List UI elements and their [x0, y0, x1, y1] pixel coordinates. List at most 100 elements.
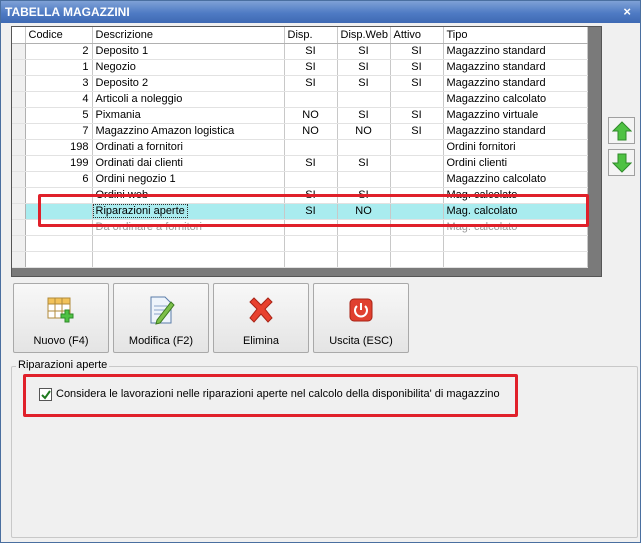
- cell-disp[interactable]: [284, 171, 338, 188]
- cell-disp[interactable]: SI: [284, 75, 338, 92]
- row-indicator[interactable]: [12, 107, 26, 124]
- table-row[interactable]: [12, 235, 588, 252]
- column-header-attivo[interactable]: Attivo: [390, 27, 444, 44]
- cell-tipo[interactable]: Magazzino calcolato: [443, 91, 588, 108]
- table-row[interactable]: 1 Negozio SI SI SI Magazzino standard: [12, 59, 588, 76]
- table-row[interactable]: 7 Magazzino Amazon logistica NO NO SI Magazzi…: [12, 123, 588, 140]
- cell-codice[interactable]: [25, 235, 93, 252]
- cell-attivo[interactable]: [390, 91, 444, 108]
- table-row[interactable]: 6 Ordini negozio 1 Magazzino calcolato: [12, 171, 588, 188]
- table-row[interactable]: 4 Articoli a noleggio Magazzino calcolato: [12, 91, 588, 108]
- cell-codice[interactable]: 4: [25, 91, 93, 108]
- cell-codice[interactable]: 7: [25, 123, 93, 140]
- cell-tipo[interactable]: Magazzino standard: [443, 43, 588, 60]
- cell-tipo[interactable]: [443, 251, 588, 268]
- column-header-descrizione[interactable]: Descrizione: [92, 27, 285, 44]
- cell-dispweb[interactable]: [337, 235, 391, 252]
- warehouse-grid[interactable]: Codice Descrizione Disp. Disp.Web Attivo…: [11, 26, 602, 277]
- cell-attivo[interactable]: SI: [390, 59, 444, 76]
- table-row[interactable]: 2 Deposito 1 SI SI SI Magazzino standard: [12, 43, 588, 60]
- cell-dispweb[interactable]: SI: [337, 107, 391, 124]
- cell-disp[interactable]: [284, 139, 338, 156]
- cell-tipo[interactable]: Ordini clienti: [443, 155, 588, 172]
- cell-attivo[interactable]: [390, 155, 444, 172]
- exit-button[interactable]: Uscita (ESC): [313, 283, 409, 353]
- row-indicator[interactable]: [12, 123, 26, 140]
- cell-dispweb[interactable]: SI: [337, 75, 391, 92]
- cell-disp[interactable]: SI: [284, 43, 338, 60]
- cell-tipo[interactable]: Magazzino virtuale: [443, 107, 588, 124]
- cell-attivo[interactable]: SI: [390, 43, 444, 60]
- cell-tipo[interactable]: Ordini fornitori: [443, 139, 588, 156]
- cell-dispweb[interactable]: SI: [337, 59, 391, 76]
- cell-disp[interactable]: [284, 91, 338, 108]
- delete-button[interactable]: Elimina: [213, 283, 309, 353]
- cell-tipo[interactable]: Magazzino calcolato: [443, 171, 588, 188]
- row-indicator[interactable]: [12, 155, 26, 172]
- cell-descrizione[interactable]: Ordinati a fornitori: [92, 139, 285, 156]
- cell-codice[interactable]: [25, 251, 93, 268]
- column-header-codice[interactable]: Codice: [25, 27, 93, 44]
- row-indicator[interactable]: [12, 59, 26, 76]
- row-indicator[interactable]: [12, 43, 26, 60]
- cell-descrizione[interactable]: [92, 235, 285, 252]
- cell-descrizione[interactable]: Pixmania: [92, 107, 285, 124]
- cell-codice[interactable]: 5: [25, 107, 93, 124]
- cell-tipo[interactable]: [443, 235, 588, 252]
- row-indicator[interactable]: [12, 251, 26, 268]
- row-indicator[interactable]: [12, 219, 26, 236]
- column-header-disp[interactable]: Disp.: [284, 27, 338, 44]
- edit-button[interactable]: Modifica (F2): [113, 283, 209, 353]
- cell-codice[interactable]: 3: [25, 75, 93, 92]
- column-header-dispweb[interactable]: Disp.Web: [337, 27, 391, 44]
- cell-codice[interactable]: 6: [25, 171, 93, 188]
- cell-codice[interactable]: 2: [25, 43, 93, 60]
- row-indicator[interactable]: [12, 91, 26, 108]
- table-row[interactable]: 3 Deposito 2 SI SI SI Magazzino standard: [12, 75, 588, 92]
- close-icon[interactable]: ×: [623, 4, 631, 19]
- cell-attivo[interactable]: SI: [390, 123, 444, 140]
- row-indicator[interactable]: [12, 203, 26, 220]
- cell-codice[interactable]: 199: [25, 155, 93, 172]
- table-row[interactable]: 198 Ordinati a fornitori Ordini fornitori: [12, 139, 588, 156]
- cell-attivo[interactable]: [390, 171, 444, 188]
- table-row[interactable]: 199 Ordinati dai clienti SI SI Ordini client…: [12, 155, 588, 172]
- cell-attivo[interactable]: SI: [390, 75, 444, 92]
- cell-descrizione[interactable]: Ordini negozio 1: [92, 171, 285, 188]
- row-indicator[interactable]: [12, 139, 26, 156]
- cell-attivo[interactable]: [390, 235, 444, 252]
- cell-disp[interactable]: NO: [284, 107, 338, 124]
- cell-descrizione[interactable]: Deposito 2: [92, 75, 285, 92]
- cell-descrizione[interactable]: Deposito 1: [92, 43, 285, 60]
- cell-dispweb[interactable]: [337, 91, 391, 108]
- cell-tipo[interactable]: Magazzino standard: [443, 59, 588, 76]
- cell-dispweb[interactable]: [337, 139, 391, 156]
- column-header-tipo[interactable]: Tipo: [443, 27, 588, 44]
- cell-attivo[interactable]: [390, 139, 444, 156]
- row-indicator[interactable]: [12, 187, 26, 204]
- move-up-button[interactable]: [608, 117, 635, 144]
- cell-disp[interactable]: NO: [284, 123, 338, 140]
- cell-attivo[interactable]: SI: [390, 107, 444, 124]
- new-button[interactable]: Nuovo (F4): [13, 283, 109, 353]
- cell-codice[interactable]: 198: [25, 139, 93, 156]
- cell-descrizione[interactable]: Magazzino Amazon logistica: [92, 123, 285, 140]
- move-down-button[interactable]: [608, 149, 635, 176]
- cell-dispweb[interactable]: NO: [337, 123, 391, 140]
- cell-codice[interactable]: 1: [25, 59, 93, 76]
- cell-disp[interactable]: SI: [284, 59, 338, 76]
- cell-attivo[interactable]: [390, 251, 444, 268]
- cell-disp[interactable]: SI: [284, 155, 338, 172]
- cell-tipo[interactable]: Magazzino standard: [443, 123, 588, 140]
- row-indicator[interactable]: [12, 171, 26, 188]
- cell-dispweb[interactable]: [337, 171, 391, 188]
- cell-descrizione[interactable]: Articoli a noleggio: [92, 91, 285, 108]
- cell-dispweb[interactable]: SI: [337, 43, 391, 60]
- cell-dispweb[interactable]: [337, 251, 391, 268]
- cell-descrizione[interactable]: [92, 251, 285, 268]
- cell-disp[interactable]: [284, 235, 338, 252]
- cell-descrizione[interactable]: Negozio: [92, 59, 285, 76]
- table-row[interactable]: 5 Pixmania NO SI SI Magazzino virtuale: [12, 107, 588, 124]
- row-indicator[interactable]: [12, 75, 26, 92]
- table-row[interactable]: [12, 251, 588, 268]
